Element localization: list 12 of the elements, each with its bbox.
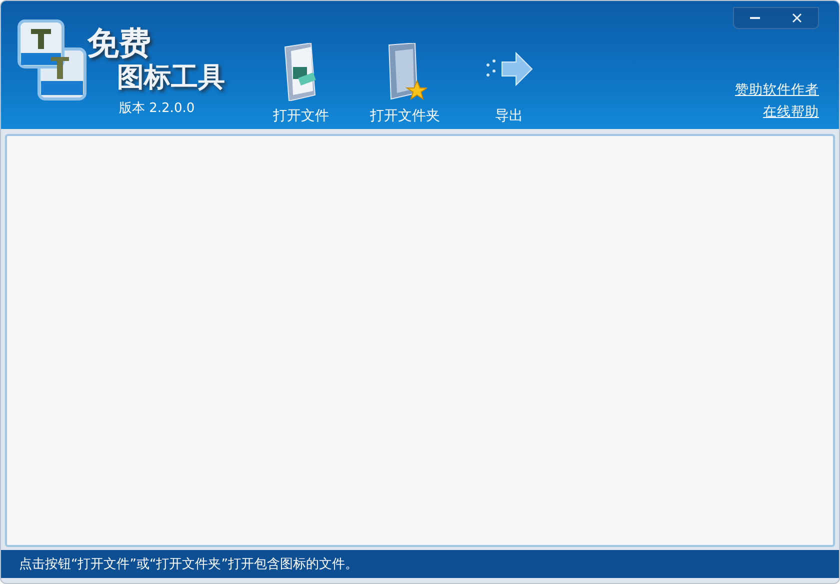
open-file-button[interactable]: 打开文件 — [263, 43, 339, 129]
help-link[interactable]: 在线帮助 — [763, 103, 819, 121]
open-folder-button[interactable]: 打开文件夹 — [367, 43, 443, 129]
version-label: 版本 2.2.0.0 — [119, 100, 196, 117]
app-subtitle: 图标工具 — [117, 61, 225, 95]
export-button[interactable]: 导出 — [471, 43, 547, 129]
close-icon — [792, 13, 802, 23]
app-title: 免费 — [87, 25, 152, 61]
status-text: 点击按钮“打开文件”或“打开文件夹”打开包含图标的文件。 — [19, 556, 358, 573]
help-link[interactable]: 赞助软件作者 — [735, 81, 819, 99]
logo-icon — [17, 19, 87, 101]
minimize-icon — [750, 17, 760, 19]
